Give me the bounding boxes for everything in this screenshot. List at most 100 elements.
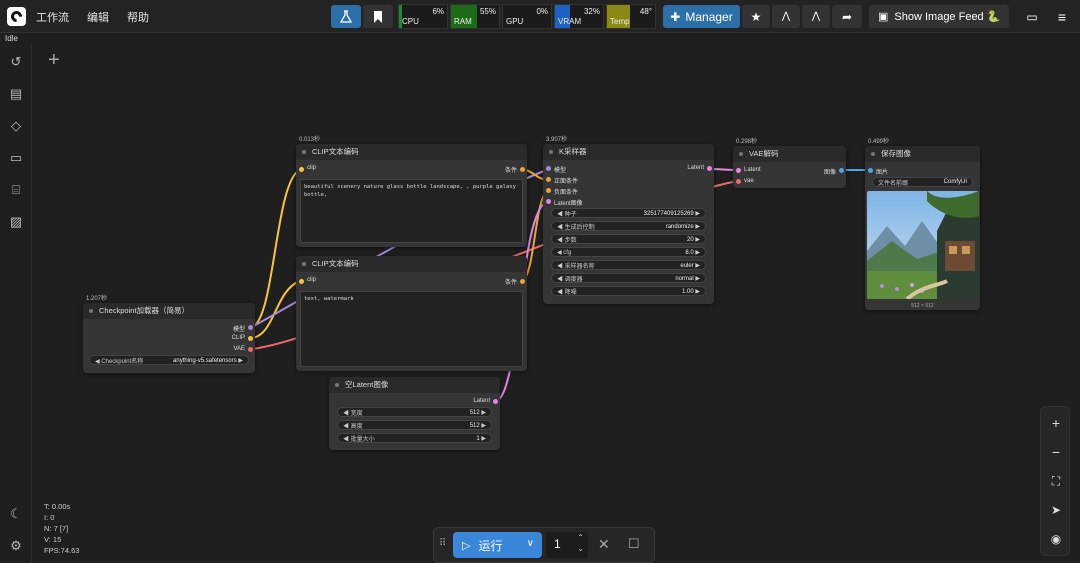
stat-time: T: 0.00s	[44, 502, 71, 511]
vae-decode-node[interactable]: VAE解码 Latent vae 图像	[733, 146, 846, 188]
render-stats: T: 0.00s I: 0 N: 7 [7] V: 15 FPS:74.63	[44, 501, 79, 556]
clip2-title: CLIP文本编码	[296, 256, 527, 272]
clip-text-encode-node-positive[interactable]: CLIP文本编码 clip 条件 beautiful scenery natur…	[296, 144, 527, 247]
steps-widget[interactable]: ◀ 步数 20 ▶	[551, 234, 706, 244]
ksampler-in-negative-label: 负面条件	[554, 190, 579, 196]
cfg-widget[interactable]: ◀ cfg 8.0 ▶	[551, 247, 706, 257]
clip1-input-dot[interactable]	[299, 167, 304, 172]
clip2-input-label: clip	[307, 277, 317, 283]
checkpoint-out-vae-label: VAE	[233, 346, 245, 352]
cfg-value: 8.0	[685, 249, 694, 256]
vae-title: VAE解码	[733, 146, 846, 162]
steps-label: 步数	[564, 237, 577, 244]
visibility-eye-icon[interactable]: ◉	[1041, 528, 1071, 550]
save-in-images-label: 图片	[876, 170, 889, 176]
vae-output-dot[interactable]	[839, 168, 844, 173]
checkpoint-out-model-dot[interactable]	[248, 325, 253, 330]
clear-queue-icon[interactable]: ☐	[628, 536, 640, 552]
zoom-in-icon[interactable]: +	[1041, 412, 1071, 434]
vae-in-vae-dot[interactable]	[736, 179, 741, 184]
checkpoint-out-model-label: 模型	[232, 327, 245, 333]
clip-text-encode-node-negative[interactable]: CLIP文本编码 clip 条件 text, watermark	[296, 256, 527, 371]
batch-size-widget[interactable]: ◀ 批量大小 1 ▶	[337, 433, 492, 443]
clip1-output-dot[interactable]	[520, 167, 525, 172]
height-widget[interactable]: ◀ 高度 512 ▶	[337, 420, 492, 430]
clip2-output-dot[interactable]	[520, 279, 525, 284]
ksampler-in-negative-dot[interactable]	[546, 188, 551, 193]
control-after-generate-widget[interactable]: ◀ 生成后控制 randomize ▶	[551, 221, 706, 231]
ksampler-output-label: Latent	[687, 165, 704, 171]
save-in-images-dot[interactable]	[868, 168, 873, 173]
zoom-out-icon[interactable]: −	[1041, 441, 1071, 463]
latent-output-dot[interactable]	[493, 399, 498, 404]
scheduler-label: 调度器	[564, 276, 583, 283]
checkpoint-out-clip-label: CLIP	[231, 335, 245, 341]
seed-label: 种子	[564, 211, 577, 218]
denoise-label: 降噪	[564, 289, 577, 296]
stat-nodes: N: 7 [7]	[44, 524, 69, 533]
filename-prefix-widget[interactable]: 文件名前缀 ComfyUI	[872, 177, 973, 187]
empty-latent-node[interactable]: 空Latent图像 Latent ◀ 宽度 512 ▶ ◀ 高度 512 ▶ ◀…	[329, 377, 500, 450]
denoise-value: 1.00	[682, 288, 694, 295]
checkpoint-loader-node[interactable]: Checkpoint加载器（简易） 模型 CLIP VAE ◀ Checkpoi…	[83, 303, 255, 373]
fit-view-icon[interactable]: ⛶	[1041, 470, 1071, 492]
clip1-input-label: clip	[307, 165, 317, 171]
run-dropdown-chevron-icon[interactable]: ∨	[527, 538, 534, 549]
height-value: 512	[469, 422, 480, 429]
filename-prefix-label: 文件名前缀	[878, 180, 909, 187]
clip1-title: CLIP文本编码	[296, 144, 527, 160]
drag-handle-icon[interactable]: ⠿	[439, 538, 446, 549]
ksampler-in-positive-label: 正面条件	[554, 179, 579, 185]
canvas-controls: + − ⛶ ➤ ◉	[1040, 406, 1070, 556]
cfg-label: cfg	[563, 249, 572, 256]
run-button[interactable]: ▷ 运行 ∨	[453, 532, 542, 558]
ksampler-node[interactable]: K采样器 模型 正面条件 负面条件 Latent图像 Latent ◀ 种子 3…	[543, 144, 714, 304]
generated-image-preview[interactable]	[867, 191, 979, 299]
negative-prompt-textarea[interactable]: text, watermark	[300, 291, 523, 367]
queue-count-input[interactable]: 1 ⌃ ⌄	[546, 532, 588, 558]
checkpoint-out-clip-dot[interactable]	[248, 336, 253, 341]
ksampler-in-model-label: 模型	[554, 168, 567, 174]
checkpoint-widget-label: Checkpoint名称	[101, 358, 144, 365]
clip2-input-dot[interactable]	[299, 279, 304, 284]
width-widget[interactable]: ◀ 宽度 512 ▶	[337, 407, 492, 417]
batch-size-value: 1	[476, 435, 480, 442]
play-icon: ▷	[462, 539, 471, 552]
ksampler-timing: 3.907秒	[546, 137, 568, 143]
ksampler-in-latent-label: Latent图像	[554, 201, 583, 207]
positive-prompt-textarea[interactable]: beautiful scenery nature glass bottle la…	[300, 179, 523, 243]
denoise-widget[interactable]: ◀ 降噪 1.00 ▶	[551, 286, 706, 296]
save-title: 保存图像	[865, 146, 980, 162]
latent-output-label: Latent	[473, 398, 490, 404]
control-label: 生成后控制	[564, 224, 595, 231]
queue-count-value: 1	[554, 537, 561, 551]
run-toolbar: ⠿ ▷ 运行 ∨ 1 ⌃ ⌄ ✕ ☐	[433, 527, 655, 563]
cancel-icon[interactable]: ✕	[598, 536, 610, 553]
vae-in-vae-label: vae	[744, 178, 754, 184]
ksampler-in-positive-dot[interactable]	[546, 177, 551, 182]
seed-widget[interactable]: ◀ 种子 325177409125269 ▶	[551, 208, 706, 218]
checkpoint-out-vae-dot[interactable]	[248, 347, 253, 352]
decrement-icon[interactable]: ⌄	[577, 544, 584, 553]
ksampler-title: K采样器	[543, 144, 714, 160]
sampler-value: euler	[680, 262, 694, 269]
vae-in-latent-dot[interactable]	[736, 168, 741, 173]
increment-icon[interactable]: ⌃	[577, 533, 584, 542]
ksampler-output-dot[interactable]	[707, 166, 712, 171]
scheduler-widget[interactable]: ◀ 调度器 normal ▶	[551, 273, 706, 283]
sampler-name-widget[interactable]: ◀ 采样器名称 euler ▶	[551, 260, 706, 270]
filename-prefix-value: ComfyUI	[943, 179, 967, 185]
run-label: 运行	[478, 538, 503, 553]
checkpoint-name-widget[interactable]: ◀ Checkpoint名称 anything-v5.safetensors ▶	[89, 355, 249, 365]
save-timing: 0.499秒	[868, 139, 890, 145]
checkpoint-title: Checkpoint加载器（简易）	[83, 303, 255, 319]
select-mode-icon[interactable]: ➤	[1041, 499, 1071, 521]
right-arrow-icon: ▶	[236, 357, 243, 364]
ksampler-in-model-dot[interactable]	[546, 166, 551, 171]
clip2-output-label: 条件	[504, 280, 517, 286]
image-size-caption: 512 × 512	[911, 303, 934, 309]
stat-v: V: 15	[44, 535, 62, 544]
height-label: 高度	[350, 423, 363, 430]
ksampler-in-latent-dot[interactable]	[546, 199, 551, 204]
width-label: 宽度	[350, 410, 363, 417]
